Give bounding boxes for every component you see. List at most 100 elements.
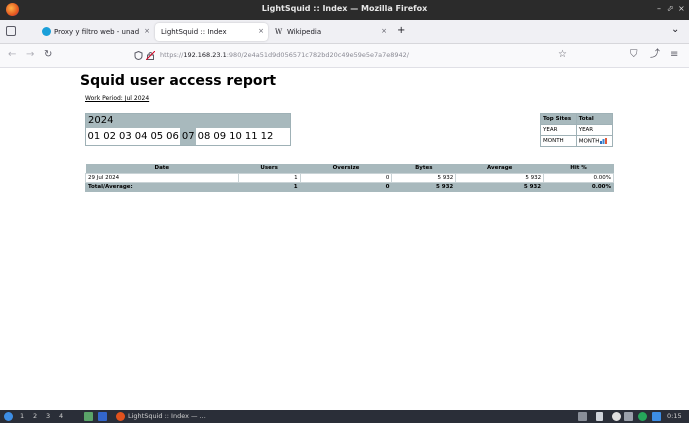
workspace-3[interactable]: 3	[46, 412, 50, 421]
insecure-lock-icon[interactable]	[146, 51, 155, 60]
column-header-oversize: Oversize	[300, 164, 392, 173]
taskbar: 1 2 3 4 LightSquid :: Index — ... 0:15	[0, 410, 689, 423]
window-titlebar: LightSquid :: Index — Mozilla Firefox – …	[0, 0, 689, 20]
top-sites-year-link[interactable]: YEAR	[540, 124, 577, 136]
tab-close-icon[interactable]: ×	[144, 27, 150, 35]
total-hit: 0.00%	[543, 181, 614, 192]
column-header-hit: Hit %	[543, 164, 614, 173]
firefox-icon[interactable]	[116, 412, 125, 421]
month-link[interactable]: 06	[165, 128, 181, 145]
list-all-tabs-button[interactable]: ⌄	[671, 24, 679, 35]
total-average: 5 932	[455, 181, 545, 192]
total-users: 1	[237, 181, 301, 192]
access-report-table: Date Users Oversize Bytes Average Hit % …	[85, 164, 614, 192]
mail-icon[interactable]	[624, 412, 633, 421]
top-sites-header: Top Sites	[540, 113, 577, 125]
url-text[interactable]: https://192.168.23.1:980/2e4a51d9d056571…	[160, 51, 409, 59]
period-selector: 2024 01 02 03 04 05 06 07 08 09 10 11 12	[85, 113, 291, 146]
pocket-icon[interactable]: ⛉	[630, 50, 638, 60]
top-sites-table: Top Sites Total YEAR YEAR MONTH MONTH	[540, 113, 614, 147]
close-window-button[interactable]: ×	[678, 4, 685, 13]
screen: LightSquid :: Index — Mozilla Firefox – …	[0, 0, 689, 423]
page-title: Squid user access report	[80, 73, 277, 89]
taskbar-window-label[interactable]: LightSquid :: Index — ...	[128, 412, 206, 421]
user-icon[interactable]	[652, 412, 661, 421]
table-row: 29 Jul 2024 1 0 5 932 5 932 0.00%	[85, 172, 614, 183]
column-header-date: Date	[85, 164, 239, 173]
menu-icon[interactable]: ≡	[670, 50, 678, 60]
tab-lightsquid[interactable]: LightSquid :: Index ×	[155, 23, 268, 41]
month-link[interactable]: 11	[243, 128, 259, 145]
chat-bubble-icon	[42, 27, 51, 36]
total-oversize: 0	[299, 181, 393, 192]
month-list: 01 02 03 04 05 06 07 08 09 10 11 12	[86, 128, 290, 145]
forward-button[interactable]: →	[26, 50, 34, 60]
tab-wikipedia[interactable]: W Wikipedia ×	[275, 23, 387, 41]
url-bar[interactable]: https://192.168.23.1:980/2e4a51d9d056571…	[130, 48, 578, 64]
tab-close-icon[interactable]: ×	[258, 27, 264, 35]
volume-icon[interactable]	[596, 412, 603, 421]
page-content: Squid user access report Work Period: Ju…	[0, 68, 689, 410]
file-manager-icon[interactable]	[98, 412, 107, 421]
workspace-4[interactable]: 4	[59, 412, 63, 421]
bytes-cell: 5 932	[391, 172, 457, 183]
hit-cell: 0.00%	[543, 172, 614, 183]
new-tab-button[interactable]: +	[397, 25, 405, 36]
shield-icon[interactable]	[134, 51, 143, 60]
total-month-link[interactable]: MONTH	[575, 135, 614, 147]
month-link[interactable]: 01	[86, 128, 102, 145]
workspace-1[interactable]: 1	[20, 412, 24, 421]
month-link[interactable]: 09	[212, 128, 228, 145]
back-button[interactable]: ←	[8, 50, 16, 60]
month-link-selected[interactable]: 07	[180, 128, 197, 145]
total-month-label: MONTH	[578, 138, 600, 145]
month-link[interactable]: 05	[149, 128, 165, 145]
start-menu-icon[interactable]	[4, 412, 13, 421]
firefox-view-icon[interactable]	[6, 26, 16, 36]
window-title: LightSquid :: Index — Mozilla Firefox	[261, 4, 428, 13]
month-link[interactable]: 12	[259, 128, 275, 145]
reload-button[interactable]: ↻	[44, 50, 52, 60]
column-header-users: Users	[238, 164, 301, 173]
total-label: Total/Average:	[85, 181, 239, 192]
minimize-button[interactable]: –	[657, 4, 661, 13]
month-link[interactable]: 02	[102, 128, 118, 145]
chart-icon[interactable]	[600, 137, 608, 144]
total-header: Total	[575, 113, 614, 125]
maximize-button[interactable]: ⬀	[667, 4, 674, 13]
tab-close-icon[interactable]: ×	[381, 27, 387, 35]
month-link[interactable]: 08	[196, 128, 212, 145]
tab-label: Proxy y filtro web - unad	[54, 28, 140, 36]
table-header-row: Date Users Oversize Bytes Average Hit %	[85, 164, 614, 173]
total-row: Total/Average: 1 0 5 932 5 932 0.00%	[85, 181, 614, 192]
notification-icon[interactable]	[612, 412, 621, 421]
month-link[interactable]: 03	[117, 128, 133, 145]
top-sites-month-link[interactable]: MONTH	[540, 135, 577, 147]
extensions-icon[interactable]: ⤴	[650, 50, 660, 60]
month-link[interactable]: 10	[228, 128, 244, 145]
clock: 0:15	[667, 412, 682, 420]
tab-strip: Proxy y filtro web - unad × LightSquid :…	[0, 20, 689, 44]
tab-label: LightSquid :: Index	[161, 28, 227, 36]
navigation-bar: ← → ↻ https://192.168.23.1:980/2e4a51d9d…	[0, 44, 689, 68]
wikipedia-icon: W	[275, 28, 283, 36]
users-cell: 1	[237, 172, 301, 183]
workspace-2[interactable]: 2	[33, 412, 37, 421]
column-header-average: Average	[455, 164, 544, 173]
year-link[interactable]: 2024	[86, 114, 290, 128]
tab-label: Wikipedia	[287, 28, 322, 36]
update-icon[interactable]	[638, 412, 647, 421]
network-icon[interactable]	[578, 412, 587, 421]
terminal-icon[interactable]	[84, 412, 93, 421]
bookmark-star-icon[interactable]: ☆	[558, 50, 567, 60]
total-bytes: 5 932	[391, 181, 457, 192]
date-link[interactable]: 29 Jul 2024	[85, 172, 239, 183]
total-year-link[interactable]: YEAR	[575, 124, 614, 136]
month-link[interactable]: 04	[133, 128, 149, 145]
work-period-link[interactable]: Work Period: Jul 2024	[85, 95, 149, 102]
column-header-bytes: Bytes	[391, 164, 456, 173]
url-host: 192.168.23.1	[183, 51, 227, 59]
average-cell: 5 932	[455, 172, 545, 183]
tab-proxy[interactable]: Proxy y filtro web - unad ×	[42, 23, 150, 41]
url-scheme: https://	[160, 51, 184, 59]
